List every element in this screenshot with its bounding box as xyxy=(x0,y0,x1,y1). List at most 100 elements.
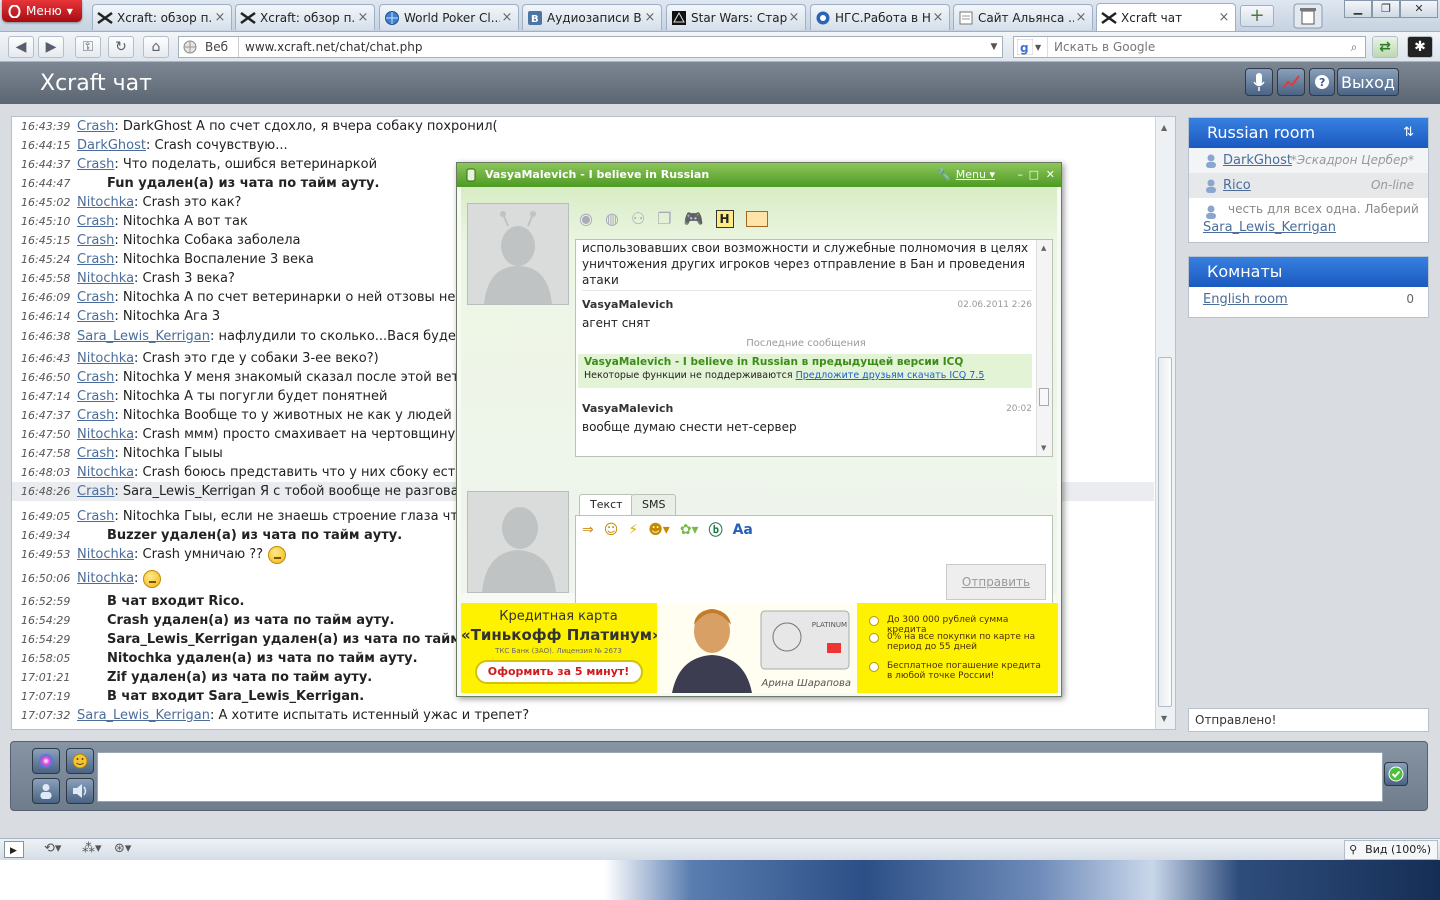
close-icon[interactable]: × xyxy=(1217,10,1231,25)
scrollbar-thumb[interactable] xyxy=(1158,357,1172,707)
user-row-rico[interactable]: Rico On-line xyxy=(1189,173,1428,198)
chat-nick[interactable]: Crash xyxy=(77,446,114,461)
room-item-english[interactable]: English room 0 xyxy=(1189,287,1428,312)
scrollbar-thumb[interactable] xyxy=(1039,388,1049,406)
file-send-icon[interactable]: ⇒ xyxy=(582,522,594,538)
closed-tabs-trash-icon[interactable] xyxy=(1293,3,1323,29)
google-search-field[interactable]: g ▼ Искать в Google ⌕ xyxy=(1013,36,1366,58)
contact-card-icon[interactable] xyxy=(745,210,768,227)
font-icon[interactable]: Aa xyxy=(733,522,753,538)
tab-sms[interactable]: SMS xyxy=(631,494,677,516)
gamepad-icon[interactable]: 🎮 xyxy=(684,209,704,228)
close-icon[interactable]: × xyxy=(787,10,801,25)
history-icon[interactable]: H xyxy=(715,209,734,228)
panel-toggle-icon[interactable]: ▶ xyxy=(4,841,24,858)
history-scrollbar[interactable]: ▲ ▼ xyxy=(1036,240,1052,456)
maximize-icon[interactable]: □ xyxy=(1029,163,1039,187)
chat-nick[interactable]: Crash xyxy=(77,214,114,229)
microphone-button[interactable] xyxy=(1245,68,1273,96)
chat-nick[interactable]: Nitochka xyxy=(77,351,134,366)
scroll-up-icon[interactable]: ▲ xyxy=(1161,123,1167,132)
chat-nick[interactable]: Crash xyxy=(77,119,114,134)
chat-nick[interactable]: Nitochka xyxy=(77,465,134,480)
close-window-button[interactable]: ✕ xyxy=(1400,0,1438,18)
chat-nick[interactable]: Nitochka xyxy=(77,427,134,442)
download-icq-link[interactable]: Предложите друзьям скачать ICQ 7.5 xyxy=(796,370,985,381)
tab-ngs-rabota[interactable]: НГС.Работа в Н... × xyxy=(810,4,950,30)
chat-nick[interactable]: DarkGhost xyxy=(77,138,146,153)
private-user-button[interactable] xyxy=(32,778,60,804)
user-name[interactable]: Sara_Lewis_Kerrigan xyxy=(1203,220,1428,235)
chat-nick[interactable]: Crash xyxy=(77,290,114,305)
chat-nick[interactable]: Crash xyxy=(77,408,114,423)
url-text[interactable]: www.xcraft.net/chat/chat.php xyxy=(239,40,986,54)
icq-send-button[interactable]: Отправить xyxy=(946,564,1046,600)
extension-button[interactable]: ✱ xyxy=(1407,36,1433,58)
gift-dropdown-icon[interactable]: ✿▾ xyxy=(680,522,699,538)
scroll-down-icon[interactable]: ▼ xyxy=(1041,444,1046,452)
advertisement-banner[interactable]: Кредитная карта «Тинькофф Платинум» ТКС … xyxy=(461,603,1058,693)
chat-nick[interactable]: Crash xyxy=(77,370,114,385)
user-row-darkghost[interactable]: DarkGhost *Эскадрон Цербер* xyxy=(1189,148,1428,173)
wrench-icon[interactable]: 🔧 xyxy=(937,163,951,187)
maximize-window-button[interactable]: ❐ xyxy=(1372,0,1400,18)
google-icon[interactable]: g ▼ xyxy=(1014,37,1048,57)
user-name[interactable]: DarkGhost xyxy=(1223,153,1292,168)
chat-nick[interactable]: Nitochka xyxy=(77,571,134,586)
close-icon[interactable]: × xyxy=(356,10,370,25)
tab-text[interactable]: Текст xyxy=(579,494,634,517)
tab-xcraft-chat[interactable]: Xcraft чат × xyxy=(1096,3,1236,31)
close-icon[interactable]: × xyxy=(1074,10,1088,25)
new-tab-button[interactable]: + xyxy=(1240,5,1274,27)
chat-nick[interactable]: Crash xyxy=(77,157,114,172)
chevron-down-icon[interactable]: ▼ xyxy=(986,42,1002,52)
tab-xcraft-2[interactable]: Xcraft: обзор п... × xyxy=(235,4,375,30)
spell-check-icon[interactable]: ⓑ xyxy=(709,520,723,540)
close-icon[interactable]: ✕ xyxy=(1046,163,1055,187)
wand-button[interactable]: ⚿ xyxy=(75,36,101,58)
chat-nick[interactable]: Sara_Lewis_Kerrigan xyxy=(77,329,210,344)
home-button[interactable]: ⌂ xyxy=(143,36,169,58)
logout-button[interactable]: Выход xyxy=(1337,68,1399,96)
back-button[interactable]: ◀ xyxy=(8,36,34,58)
chat-nick[interactable]: Crash xyxy=(77,389,114,404)
user-row-sara[interactable]: честь для всех одна. Лаберий Sara_Lewis_… xyxy=(1189,198,1428,240)
unite-icon[interactable]: ⁂▾ xyxy=(82,841,102,856)
search-placeholder[interactable]: Искать в Google xyxy=(1048,40,1343,54)
refresh-icon[interactable]: ⇅ xyxy=(1403,118,1414,148)
minimize-icon[interactable]: – xyxy=(1018,163,1024,187)
scroll-down-icon[interactable]: ▼ xyxy=(1161,714,1167,723)
tab-xcraft-1[interactable]: Xcraft: обзор п... × xyxy=(92,4,232,30)
smiley-icon[interactable]: ☺ xyxy=(604,522,619,538)
tab-alliance-site[interactable]: Сайт Альянса ... × xyxy=(953,4,1093,30)
ad-cta-button[interactable]: Оформить за 5 минут! xyxy=(474,660,643,684)
chat-nick[interactable]: Crash xyxy=(77,484,114,499)
files-icon[interactable]: ❐ xyxy=(657,209,671,228)
forward-button[interactable]: ▶ xyxy=(38,36,64,58)
tab-vk-audio[interactable]: B Аудиозаписи В... × xyxy=(522,4,662,30)
reload-button[interactable]: ↻ xyxy=(108,36,134,58)
statistics-button[interactable] xyxy=(1277,68,1305,96)
translate-button[interactable]: ⇄ xyxy=(1372,36,1398,58)
chat-nick[interactable]: Nitochka xyxy=(77,271,134,286)
room-name[interactable]: English room xyxy=(1203,292,1288,307)
emoticon-dropdown-icon[interactable]: ☻▾ xyxy=(648,522,670,538)
sound-button[interactable] xyxy=(66,778,94,804)
lightning-icon[interactable]: ⚡ xyxy=(628,522,638,538)
icq-title-bar[interactable]: VasyaMalevich - I believe in Russian 🔧 M… xyxy=(457,163,1061,187)
address-bar[interactable]: Веб www.xcraft.net/chat/chat.php ▼ xyxy=(178,36,1003,58)
zoom-control[interactable]: ⚲ Вид (100%) xyxy=(1344,840,1438,860)
own-avatar[interactable] xyxy=(467,491,569,593)
tab-world-poker[interactable]: World Poker Cl... × xyxy=(379,4,519,30)
help-button[interactable]: ? xyxy=(1309,68,1335,96)
chat-nick[interactable]: Crash xyxy=(77,233,114,248)
group-chat-icon[interactable]: ⚇ xyxy=(631,209,645,228)
close-icon[interactable]: × xyxy=(931,10,945,25)
search-icon[interactable]: ⌕ xyxy=(1343,40,1365,55)
opera-menu-button[interactable]: Меню ▼ xyxy=(2,0,82,22)
webcam-icon[interactable]: ◉ xyxy=(579,209,593,228)
close-icon[interactable]: × xyxy=(643,10,657,25)
chat-nick[interactable]: Nitochka xyxy=(77,195,134,210)
chat-scrollbar[interactable]: ▲ ▼ xyxy=(1155,117,1175,729)
microphone-icon[interactable]: ◍ xyxy=(605,209,619,228)
